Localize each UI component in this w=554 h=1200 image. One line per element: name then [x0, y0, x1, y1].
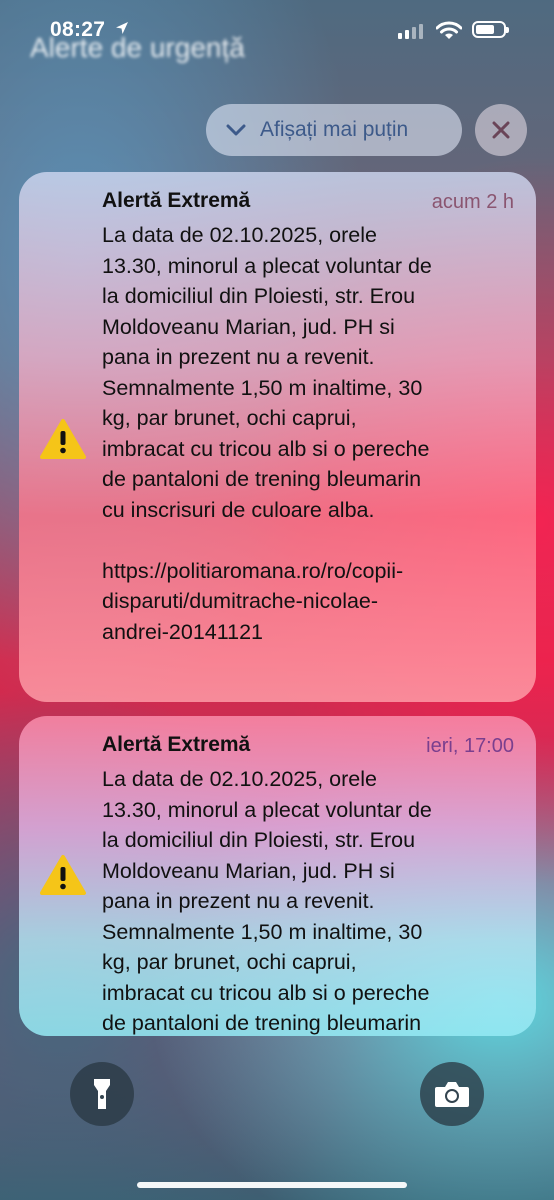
chevron-down-icon	[226, 124, 246, 136]
screen-title: Alerte de urgență	[30, 32, 245, 63]
alert-card[interactable]: Alertă Extremă ieri, 17:00 La data de 02…	[19, 716, 536, 1036]
alert-title: Alertă Extremă	[102, 189, 251, 212]
show-less-button[interactable]: Afișați mai puțin	[206, 104, 462, 156]
close-icon	[492, 121, 510, 139]
warning-icon	[40, 855, 86, 895]
signal-icon	[398, 24, 423, 39]
camera-button[interactable]	[420, 1062, 484, 1126]
flashlight-icon	[94, 1079, 110, 1109]
alert-card[interactable]: Alertă Extremă acum 2 h La data de 02.10…	[19, 172, 536, 702]
show-less-label: Afișați mai puțin	[260, 118, 409, 141]
warning-icon	[40, 419, 86, 459]
home-indicator[interactable]	[137, 1182, 407, 1188]
alert-title: Alertă Extremă	[102, 733, 251, 756]
battery-icon	[472, 21, 509, 38]
flashlight-button[interactable]	[70, 1062, 134, 1126]
alert-time: acum 2 h	[431, 191, 514, 213]
alert-time: ieri, 17:00	[426, 735, 514, 757]
wifi-icon	[436, 21, 462, 39]
close-button[interactable]	[475, 104, 527, 156]
alert-body: La data de 02.10.2025, orele 13.30, mino…	[102, 767, 432, 1035]
alert-body: La data de 02.10.2025, orele 13.30, mino…	[102, 223, 432, 644]
camera-icon	[435, 1082, 469, 1107]
